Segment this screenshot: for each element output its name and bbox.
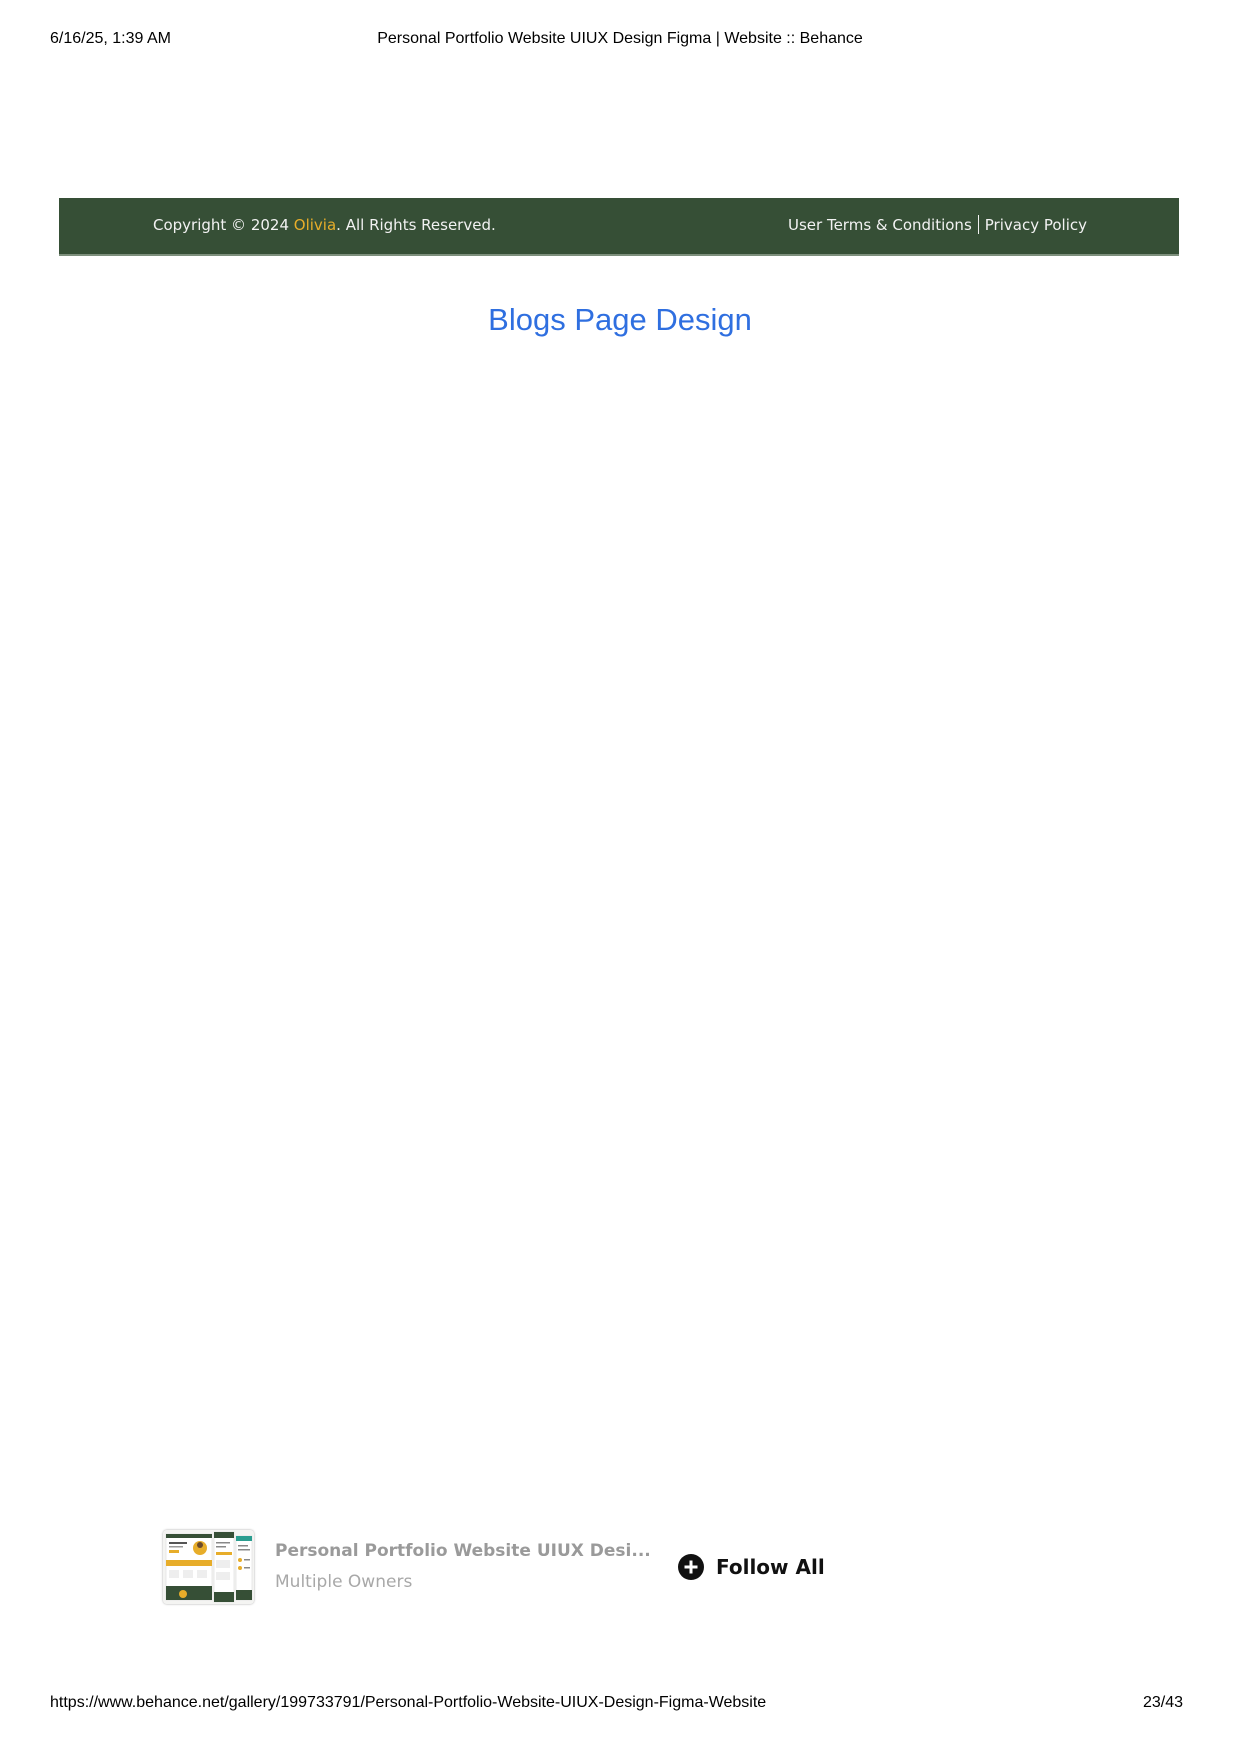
link-divider [977, 215, 979, 234]
project-owners[interactable]: Multiple Owners [275, 1572, 412, 1592]
project-thumbnail-image [163, 1530, 254, 1604]
print-footer: https://www.behance.net/gallery/19973379… [50, 1694, 1190, 1718]
follow-all-label: Follow All [716, 1555, 825, 1579]
follow-all-button[interactable]: Follow All [678, 1554, 825, 1580]
terms-conditions-link[interactable]: User Terms & Conditions [788, 216, 972, 234]
plus-circle-icon [678, 1554, 704, 1580]
privacy-policy-link[interactable]: Privacy Policy [985, 216, 1087, 234]
page-indicator: 23/43 [1142, 1694, 1183, 1711]
print-document-title: Personal Portfolio Website UIUX Design F… [377, 30, 863, 47]
project-info-bar: Personal Portfolio Website UIUX Desi... … [163, 1530, 863, 1606]
print-url: https://www.behance.net/gallery/19973379… [50, 1694, 767, 1711]
owner-name-link[interactable]: Olivia [294, 216, 336, 234]
copyright-prefix: Copyright © 2024 [153, 216, 294, 234]
section-heading: Blogs Page Design [488, 302, 752, 337]
project-title[interactable]: Personal Portfolio Website UIUX Desi... [275, 1541, 651, 1561]
print-header: 6/16/25, 1:39 AM Personal Portfolio Webs… [50, 30, 1190, 54]
copyright-suffix: . All Rights Reserved. [336, 216, 496, 234]
copyright-notice: Copyright © 2024 Olivia. All Rights Rese… [153, 216, 496, 234]
footer-links: User Terms & Conditions Privacy Policy [788, 215, 1087, 234]
project-thumbnail[interactable] [163, 1530, 254, 1604]
site-footer-band: Copyright © 2024 Olivia. All Rights Rese… [59, 198, 1179, 256]
